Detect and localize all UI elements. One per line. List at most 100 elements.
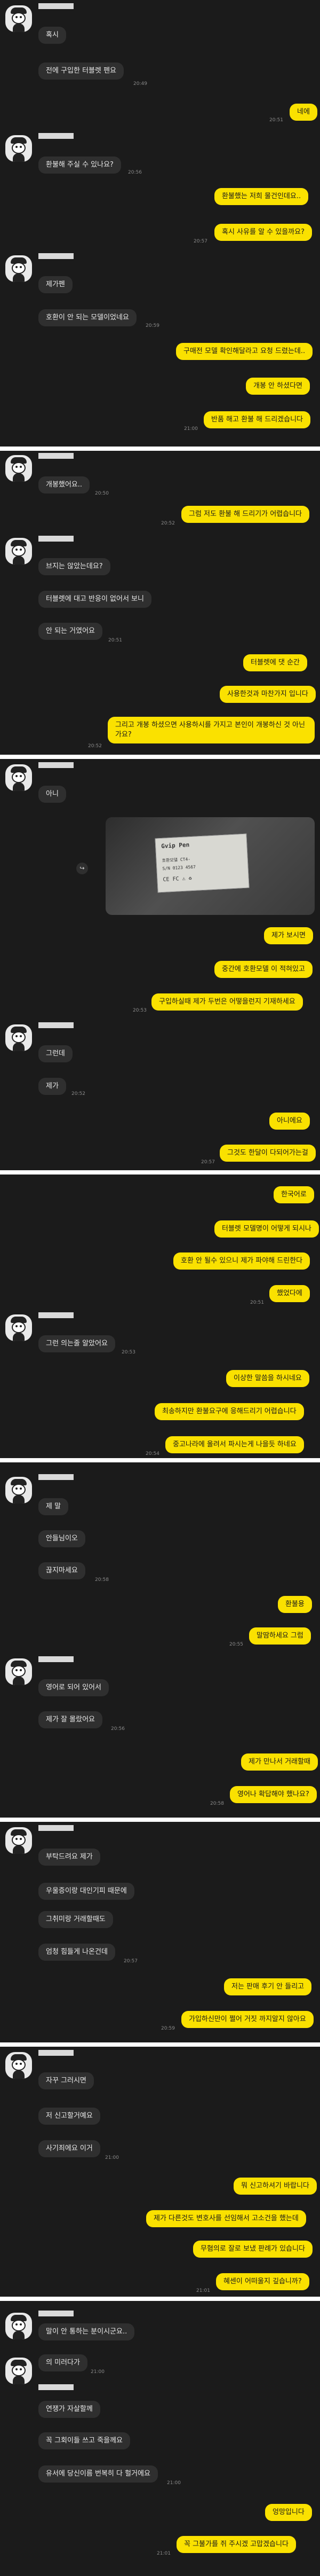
avatar[interactable] <box>5 455 32 482</box>
avatar[interactable] <box>5 1024 32 1051</box>
timestamp: 20:56 <box>128 170 142 175</box>
sender-name <box>38 1474 74 1480</box>
message-bubble: 유서에 당신이름 번복히 다 헐거에요 <box>38 2465 158 2483</box>
timestamp: 20:58 <box>95 1577 109 1583</box>
panel-divider <box>0 1170 320 1175</box>
message-bubble: 혹시 사유를 알 수 있을까요? <box>214 224 312 241</box>
sender-name <box>38 1656 74 1662</box>
message-bubble: 자꾸 그러시면 <box>38 2072 94 2089</box>
timestamp: 20:50 <box>95 491 109 496</box>
message-bubble: 제가 다른것도 변호사를 선임해서 고소건을 했는데 <box>146 2210 306 2227</box>
message-bubble: 네에 <box>290 104 317 121</box>
timestamp: 20:53 <box>122 1350 135 1355</box>
message-bubble: 이상한 말씀을 하시네요 <box>226 1370 309 1387</box>
panel-divider <box>0 755 320 759</box>
panel-divider <box>0 2297 320 2301</box>
message-bubble: 우울증이랑 대인기피 때문에 <box>38 1883 134 1900</box>
sender-name <box>38 3 74 9</box>
message-bubble: 그리고 개봉 하셨으면 사용하시를 가지고 본인이 개봉하신 것 아닌가요? <box>108 717 315 743</box>
timestamp: 21:00 <box>184 426 198 432</box>
timestamp: 20:56 <box>111 1726 125 1732</box>
message-bubble: 개봉 안 하셨다면 <box>246 378 310 395</box>
message-bubble: 엄청 힘들게 나온건데 <box>38 1944 115 1961</box>
message-bubble: 터블렛 모델명이 어떻게 되시나 <box>214 1220 319 1238</box>
message-bubble: 한국어로 <box>274 1186 314 1203</box>
timestamp: 20:52 <box>161 521 175 526</box>
timestamp: 20:59 <box>146 323 159 328</box>
chat-panel-4: 한국어로 터블렛 모델명이 어떻게 되시나 호환 안 될수 있으니 제가 파야해… <box>0 1175 320 1460</box>
message-bubble: 그럼 저도 환불 해 드리기가 어렵습니다 <box>181 506 310 523</box>
message-bubble: 제가 잘 몰랐어요 <box>38 1711 102 1728</box>
sender-name <box>38 2311 74 2316</box>
avatar[interactable] <box>5 1477 32 1504</box>
panel-divider <box>0 2042 320 2047</box>
avatar[interactable] <box>5 2358 32 2384</box>
sender-name <box>38 1312 74 1318</box>
sender-name <box>38 536 74 542</box>
message-bubble: 반품 해고 환불 해 드리겠습니다 <box>204 411 311 428</box>
message-bubble: 아니 <box>38 786 66 803</box>
message-bubble: 그취미랑 거래할때도 <box>38 1911 113 1928</box>
timestamp: 21:00 <box>105 2155 119 2160</box>
message-bubble: 끊지마세요 <box>38 1562 85 1579</box>
sender-name <box>38 2384 74 2390</box>
chat-panel-5: 제 말 안들님이오 끊지마세요 20:58 환불용 말땀하세요 그럼 20:55… <box>0 1462 320 1820</box>
message-bubble: 터블렛에 대고 반응이 없어서 보니 <box>38 591 151 608</box>
avatar[interactable] <box>5 1314 32 1341</box>
timestamp: 20:59 <box>161 2026 175 2031</box>
share-icon[interactable]: ↪ <box>76 863 88 874</box>
avatar[interactable] <box>5 1827 32 1854</box>
avatar[interactable] <box>5 538 32 565</box>
message-bubble: 사용한것과 마찬가지 입니다 <box>220 686 316 703</box>
timestamp: 21:00 <box>91 2369 105 2375</box>
message-bubble: 가입하신만이 쩔어 거짓 까지알지 않아요 <box>181 2011 314 2028</box>
message-bubble: 꼭 그불가를 쥐 주시겠 고맙겠습니다 <box>177 2536 296 2553</box>
chat-panel-1: 혹시 전에 구입한 터블렛 펜요 20:49 네에 20:51 환불해 주실 수… <box>0 0 320 449</box>
timestamp: 20:54 <box>146 1451 159 1457</box>
message-bubble: 중고나라에 올려서 파시는게 나을듯 하네요 <box>165 1436 304 1453</box>
message-bubble: 했었다에 <box>269 1285 310 1302</box>
message-bubble: 안들님이오 <box>38 1530 85 1547</box>
message-bubble: 호환 안 될수 있으니 제가 파야해 드린한다 <box>173 1252 310 1270</box>
message-bubble: 전에 구입한 터블렛 펜요 <box>38 62 124 80</box>
message-bubble: 무혐의로 잘로 보냈 판례가 있습니다 <box>193 2241 313 2258</box>
panel-divider <box>0 1458 320 1462</box>
message-bubble: 영어로 되어 있어서 <box>38 1679 109 1696</box>
message-bubble: 연쟁가 자살할께 <box>38 2401 100 2418</box>
avatar[interactable] <box>5 764 32 791</box>
message-bubble: 영어나 확답해야 했나요? <box>230 1786 317 1803</box>
sender-name <box>38 1825 74 1831</box>
avatar[interactable] <box>5 1658 32 1685</box>
timestamp: 20:49 <box>133 81 147 87</box>
product-photo[interactable]: Gvip Pen 호환모델 CT4- S/N 0123 4567 CE FC ⚠… <box>106 817 315 915</box>
message-bubble: 뭐 신고하셔기 바랍니다 <box>234 2178 317 2195</box>
product-label: Gvip Pen 호환모델 CT4- S/N 0123 4567 CE FC ⚠… <box>155 833 250 893</box>
panel-divider <box>0 447 320 451</box>
message-bubble: 제가펜 <box>38 276 73 293</box>
avatar[interactable] <box>5 135 32 162</box>
avatar[interactable] <box>5 2052 32 2079</box>
timestamp: 20:57 <box>194 239 207 244</box>
timestamp: 21:00 <box>167 2480 181 2486</box>
message-bubble: 그것도 한달이 다되어가는걸 <box>220 1145 316 1162</box>
message-bubble: 제 말 <box>38 1498 69 1515</box>
message-bubble: 부탁드려요 제가 <box>38 1849 100 1866</box>
panel-divider <box>0 1818 320 1822</box>
message-bubble: 환불해 주실 수 있나요? <box>38 156 121 174</box>
sender-name <box>38 133 74 139</box>
avatar[interactable] <box>5 255 32 282</box>
timestamp: 21:01 <box>157 2551 171 2556</box>
message-bubble: 구매전 모델 확인해달라고 요청 드렸는데.. <box>176 343 313 360</box>
message-bubble: 엉망입니다 <box>265 2504 312 2521</box>
avatar[interactable] <box>5 5 32 32</box>
message-bubble: 꼭 그회이들 쓰고 죽을께요 <box>38 2432 130 2449</box>
sender-name <box>38 1022 74 1028</box>
avatar[interactable] <box>5 2313 32 2339</box>
timestamp: 20:53 <box>133 1008 147 1013</box>
message-bubble: 혜센이 어떠울지 깊습니까? <box>216 2273 309 2290</box>
message-bubble: 혹시 <box>38 27 66 44</box>
timestamp: 20:51 <box>250 1300 264 1305</box>
chat-panel-3: 아니 ↪ Gvip Pen 호환모델 CT4- S/N 0123 4567 CE… <box>0 759 320 1172</box>
message-bubble: 제가 <box>38 1078 66 1095</box>
message-bubble: 말이 안 통하는 분이시군요.. <box>38 2323 135 2340</box>
